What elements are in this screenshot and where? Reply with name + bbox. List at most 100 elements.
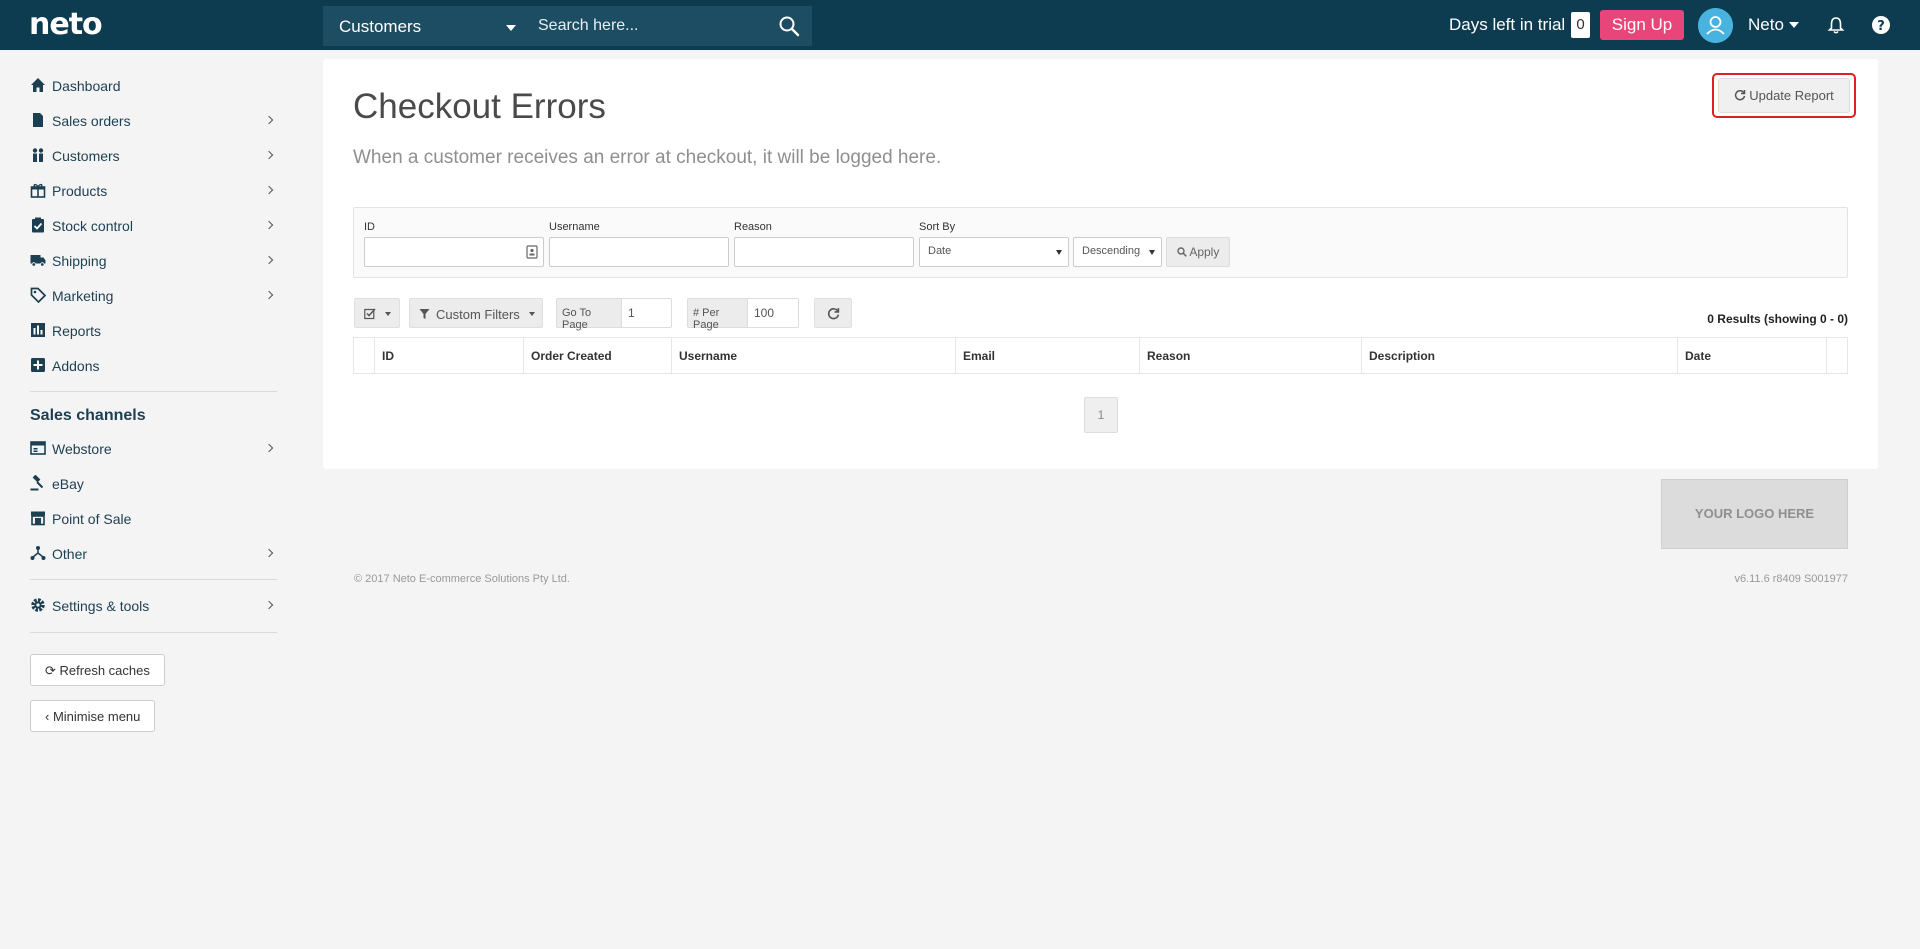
sidebar-item-label: Dashboard: [52, 78, 121, 94]
search-scope-select[interactable]: Customers: [323, 6, 528, 46]
sidebar-item-point-of-sale[interactable]: Point of Sale: [30, 505, 278, 535]
search-icon[interactable]: [778, 15, 800, 37]
help-icon[interactable]: ?: [1871, 15, 1891, 35]
sidebar-item-sales-orders[interactable]: Sales orders: [30, 107, 278, 137]
sidebar-item-dashboard[interactable]: Dashboard: [30, 72, 278, 102]
column-header-date[interactable]: Date: [1678, 338, 1827, 373]
chevron-right-icon: [264, 220, 274, 230]
sidebar-item-reports[interactable]: Reports: [30, 317, 278, 347]
go-to-page-input[interactable]: 1: [628, 306, 635, 320]
checkbox-icon: [364, 308, 376, 320]
chevron-right-icon: [264, 443, 274, 453]
page-title: Checkout Errors: [353, 87, 606, 126]
clipboard-icon: [32, 217, 44, 233]
sidebar-item-webstore[interactable]: Webstore: [30, 435, 278, 465]
bulk-select-dropdown[interactable]: [354, 298, 400, 328]
home-icon: [31, 78, 45, 92]
per-page-input[interactable]: 100: [754, 306, 774, 320]
errors-table: ID Order Created Username Email Reason D…: [353, 337, 1848, 374]
column-header-id[interactable]: ID: [375, 338, 524, 373]
pagination-page[interactable]: 1: [1084, 397, 1118, 433]
trial-days-count: 0: [1571, 12, 1590, 38]
refresh-icon: [827, 308, 840, 320]
sort-order-value: Descending: [1082, 245, 1141, 257]
sidebar-item-label: eBay: [52, 476, 84, 492]
bell-icon[interactable]: [1826, 15, 1846, 35]
sidebar-item-label: Customers: [52, 148, 120, 164]
apply-filters-button[interactable]: Apply: [1166, 237, 1230, 267]
id-filter-label: ID: [364, 221, 375, 233]
search-icon: [1176, 247, 1187, 257]
user-menu[interactable]: Neto: [1748, 15, 1784, 35]
footer-version: v6.11.6 r8409 S001977: [1734, 573, 1848, 585]
neto-logo[interactable]: neto: [29, 7, 103, 42]
column-header-username[interactable]: Username: [672, 338, 956, 373]
sidebar-item-stock-control[interactable]: Stock control: [30, 212, 278, 242]
per-page-label: # Per Page: [688, 299, 748, 331]
bar-chart-icon: [31, 323, 45, 337]
update-report-label: Update Report: [1749, 88, 1834, 103]
sign-up-button[interactable]: Sign Up: [1600, 10, 1684, 40]
sidebar-item-label: Other: [52, 546, 88, 562]
select-column-header[interactable]: [354, 338, 375, 373]
truck-icon: [30, 255, 46, 267]
chevron-down-icon: [529, 312, 535, 316]
sidebar-item-shipping[interactable]: Shipping: [30, 247, 278, 277]
update-report-button[interactable]: Update Report: [1718, 78, 1850, 113]
sales-channels-heading: Sales channels: [30, 407, 146, 424]
sidebar-item-settings-tools[interactable]: Settings & tools: [30, 592, 278, 622]
chevron-right-icon: [264, 115, 274, 125]
sidebar-item-label: Marketing: [52, 288, 114, 304]
column-header-order-created[interactable]: Order Created: [524, 338, 672, 373]
sidebar-item-customers[interactable]: Customers: [30, 142, 278, 172]
sort-field-value: Date: [928, 245, 952, 257]
sidebar-item-label: Reports: [52, 323, 102, 339]
sidebar-item-label: Settings & tools: [52, 598, 150, 614]
sidebar-item-label: Webstore: [52, 441, 112, 457]
document-icon: [33, 113, 43, 127]
sidebar-item-label: Shipping: [52, 253, 107, 269]
per-page-group: # Per Page 100: [687, 298, 799, 331]
id-filter-input[interactable]: [364, 237, 544, 267]
chevron-down-icon: [385, 312, 391, 316]
chevron-right-icon: [264, 290, 274, 300]
plus-square-icon: [31, 358, 45, 372]
minimise-menu-button[interactable]: ‹ Minimise menu: [30, 700, 156, 732]
reason-filter-input[interactable]: [734, 237, 914, 267]
chevron-right-icon: [264, 185, 274, 195]
window-icon: [30, 441, 46, 455]
user-avatar[interactable]: [1698, 8, 1733, 43]
chevron-down-icon[interactable]: [1789, 22, 1799, 28]
go-to-page-group: Go To Page 1: [556, 298, 672, 331]
sort-by-label: Sort By: [919, 221, 956, 233]
username-filter-input[interactable]: [549, 237, 729, 267]
sidebar-item-products[interactable]: Products: [30, 177, 278, 207]
refresh-icon: ⟳: [45, 663, 56, 678]
search-input[interactable]: [528, 6, 768, 46]
search-scope-label: Customers: [339, 17, 422, 36]
svg-text:?: ?: [1877, 19, 1885, 34]
sidebar-item-marketing[interactable]: Marketing: [30, 282, 278, 312]
contact-card-icon: [526, 245, 538, 259]
chevron-right-icon: [264, 600, 274, 610]
chevron-down-icon: [1056, 250, 1062, 255]
refresh-caches-button[interactable]: ⟳ Refresh caches: [30, 654, 165, 686]
sidebar-item-ebay[interactable]: eBay: [30, 470, 278, 500]
custom-filters-dropdown[interactable]: Custom Filters: [409, 298, 543, 328]
reload-table-button[interactable]: [814, 298, 852, 328]
filter-panel: ID Username Reason Sort By Date Descendi…: [353, 207, 1848, 278]
sort-field-select[interactable]: Date: [919, 237, 1069, 267]
report-card: Checkout Errors When a customer receives…: [323, 59, 1878, 469]
sidebar-divider: [30, 391, 277, 392]
sidebar-item-other[interactable]: Other: [30, 540, 278, 570]
column-header-reason[interactable]: Reason: [1140, 338, 1362, 373]
apply-label: Apply: [1189, 245, 1220, 259]
sidebar-item-addons[interactable]: Addons: [30, 352, 278, 382]
sort-order-select[interactable]: Descending: [1073, 237, 1162, 267]
column-header-email[interactable]: Email: [956, 338, 1140, 373]
filter-icon: [419, 309, 430, 319]
footer-copyright: © 2017 Neto E-commerce Solutions Pty Ltd…: [354, 573, 570, 585]
column-header-description[interactable]: Description: [1362, 338, 1678, 373]
results-count: 0 Results (showing 0 - 0): [1707, 312, 1848, 326]
chevron-right-icon: [264, 548, 274, 558]
